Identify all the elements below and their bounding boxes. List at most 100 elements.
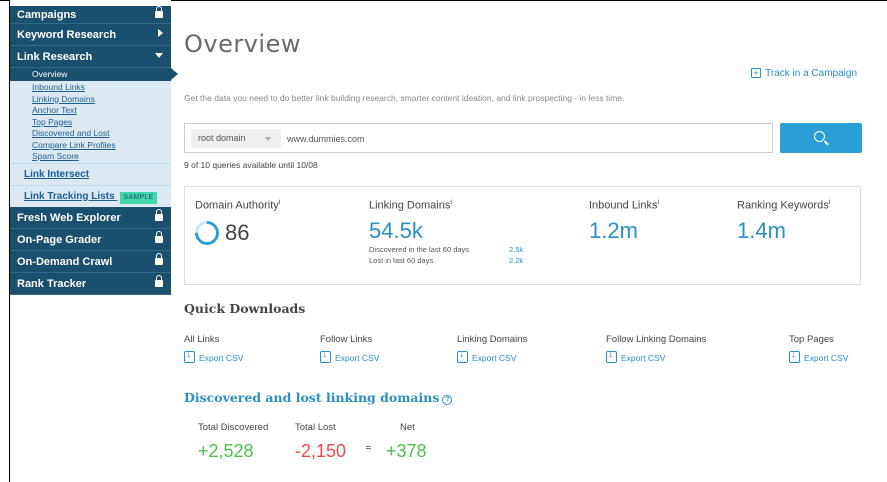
discovered-lost-title[interactable]: Discovered and lost linking domains? — [184, 390, 453, 406]
sidebar: Campaigns Keyword Research Link Research… — [10, 0, 178, 482]
sidebar-item-campaigns[interactable]: Campaigns — [10, 6, 171, 24]
metric-label: Linking Domains — [369, 199, 451, 212]
linking-domains-metric: Linking Domainsi 54.5k Discovered in the… — [369, 199, 539, 266]
download-label: All Links — [184, 334, 220, 345]
plus-box-icon: + — [751, 68, 762, 78]
sidebar-item-on-demand-crawl[interactable]: On-Demand Crawl — [10, 250, 171, 273]
stat-label: Lost in last 60 days — [369, 255, 434, 265]
quick-downloads-title: Quick Downloads — [184, 301, 306, 316]
info-icon[interactable]: i — [279, 199, 281, 206]
submenu-item-discovered-lost[interactable]: Discovered and Lost — [10, 128, 171, 140]
stat-value[interactable]: 2.2k — [509, 255, 523, 266]
sidebar-item-link-tracking-lists[interactable]: Link Tracking Lists SAMPLE — [10, 184, 171, 207]
download-label: Top Pages — [789, 334, 834, 345]
track-link-label: Track in a Campaign — [765, 68, 857, 79]
download-icon — [320, 349, 331, 363]
sidebar-item-link-intersect[interactable]: Link Intersect — [10, 162, 171, 185]
total-discovered-value: +2,528 — [198, 441, 254, 461]
export-csv-link[interactable]: Export CSV — [184, 349, 243, 363]
submenu-item-compare-link-profiles[interactable]: Compare Link Profiles — [10, 140, 171, 152]
chevron-down-icon — [155, 46, 163, 68]
sidebar-item-label: Link Research — [17, 51, 93, 63]
stat-value[interactable]: 2.5k — [509, 244, 523, 255]
net-label: Net — [400, 422, 415, 433]
page-description: Get the data you need to do better link … — [184, 93, 625, 103]
download-linking-domains: Linking Domains Export CSV — [457, 334, 527, 363]
inbound-links-metric: Inbound Linksi 1.2m — [589, 199, 659, 244]
total-lost-label: Total Lost — [295, 422, 336, 433]
total-discovered-label: Total Discovered — [198, 422, 269, 433]
net-value: +378 — [386, 441, 427, 461]
sidebar-item-rank-tracker[interactable]: Rank Tracker — [10, 272, 171, 295]
equals-sign — [366, 446, 371, 449]
sidebar-item-link-research[interactable]: Link Research — [10, 46, 171, 68]
total-lost-value: -2,150 — [295, 441, 347, 461]
link-research-submenu: Overview Inbound Links Linking Domains A… — [10, 68, 178, 163]
domain-search-input[interactable] — [287, 129, 757, 148]
sidebar-item-label: Link Tracking Lists — [24, 190, 115, 202]
submenu-item-top-pages[interactable]: Top Pages — [10, 117, 171, 129]
track-in-campaign-link[interactable]: + Track in a Campaign — [751, 68, 857, 79]
scope-dropdown[interactable]: root domain — [191, 129, 281, 148]
domain-authority-value: 86 — [225, 220, 250, 245]
submenu-item-anchor-text[interactable]: Anchor Text — [10, 105, 171, 117]
download-top-pages: Top Pages Export CSV — [789, 334, 848, 363]
progress-ring-icon — [190, 216, 224, 250]
ranking-keywords-value: 1.4m — [737, 217, 786, 243]
sidebar-item-label: Link Intersect — [24, 168, 90, 180]
queries-remaining: 9 of 10 queries available until 10/08 — [184, 160, 318, 170]
sidebar-item-keyword-research[interactable]: Keyword Research — [10, 24, 171, 46]
info-icon[interactable]: i — [658, 199, 660, 206]
help-circle-icon[interactable]: ? — [442, 395, 453, 405]
metric-label: Inbound Links — [589, 199, 658, 212]
download-label: Linking Domains — [457, 334, 528, 345]
sidebar-item-label: Campaigns — [17, 9, 77, 21]
linking-domains-value: 54.5k — [369, 217, 423, 243]
download-icon — [457, 349, 468, 363]
submenu-item-linking-domains[interactable]: Linking Domains — [10, 94, 171, 106]
search-button[interactable] — [780, 123, 862, 153]
download-icon — [606, 349, 617, 363]
sample-badge: SAMPLE — [120, 191, 157, 204]
ranking-keywords-metric: Ranking Keywordsi 1.4m — [737, 199, 830, 244]
total-discovered: Total Discovered +2,528 — [198, 422, 268, 462]
chevron-right-icon — [158, 24, 163, 46]
export-csv-link[interactable]: Export CSV — [606, 349, 706, 363]
sidebar-item-fresh-web-explorer[interactable]: Fresh Web Explorer — [10, 206, 171, 229]
total-lost: Total Lost -2,150 — [295, 422, 346, 462]
lock-icon — [155, 273, 163, 295]
download-icon — [789, 349, 800, 363]
domain-authority-metric: Domain Authorityi 86 — [190, 199, 281, 250]
sidebar-item-label: Rank Tracker — [17, 277, 87, 290]
info-icon[interactable]: i — [450, 199, 452, 206]
main-content: Overview + Track in a Campaign Get the da… — [184, 0, 874, 482]
export-csv-link[interactable]: Export CSV — [320, 349, 379, 363]
submenu-item-spam-score[interactable]: Spam Score — [10, 151, 171, 163]
info-icon[interactable]: i — [829, 199, 831, 206]
export-csv-link[interactable]: Export CSV — [789, 349, 848, 363]
download-follow-links: Follow Links Export CSV — [320, 334, 379, 363]
lock-icon — [155, 229, 163, 251]
submenu-item-overview[interactable]: Overview — [10, 68, 178, 81]
download-icon — [184, 349, 195, 363]
lock-icon — [155, 251, 163, 273]
download-follow-linking-domains: Follow Linking Domains Export CSV — [606, 334, 706, 363]
export-csv-link[interactable]: Export CSV — [457, 349, 527, 363]
download-label: Follow Linking Domains — [606, 334, 707, 345]
download-label: Follow Links — [320, 334, 373, 345]
lock-icon — [155, 6, 163, 24]
download-all-links: All Links Export CSV — [184, 334, 243, 363]
submenu-item-inbound-links[interactable]: Inbound Links — [10, 82, 171, 94]
inbound-links-value: 1.2m — [589, 217, 638, 243]
page-title: Overview — [184, 30, 301, 58]
metric-label: Ranking Keywords — [737, 199, 829, 212]
scope-dropdown-value: root domain — [198, 133, 246, 143]
sidebar-item-label: Keyword Research — [17, 29, 117, 41]
sidebar-item-label: On-Page Grader — [17, 233, 102, 246]
sidebar-item-label: Fresh Web Explorer — [17, 211, 121, 224]
sidebar-item-on-page-grader[interactable]: On-Page Grader — [10, 228, 171, 251]
search-icon — [814, 131, 825, 142]
metrics-panel: Domain Authorityi 86 Linking Domainsi 54… — [184, 186, 861, 285]
stat-label: Discovered in the last 60 days — [369, 244, 470, 254]
chevron-down-icon — [265, 137, 271, 141]
